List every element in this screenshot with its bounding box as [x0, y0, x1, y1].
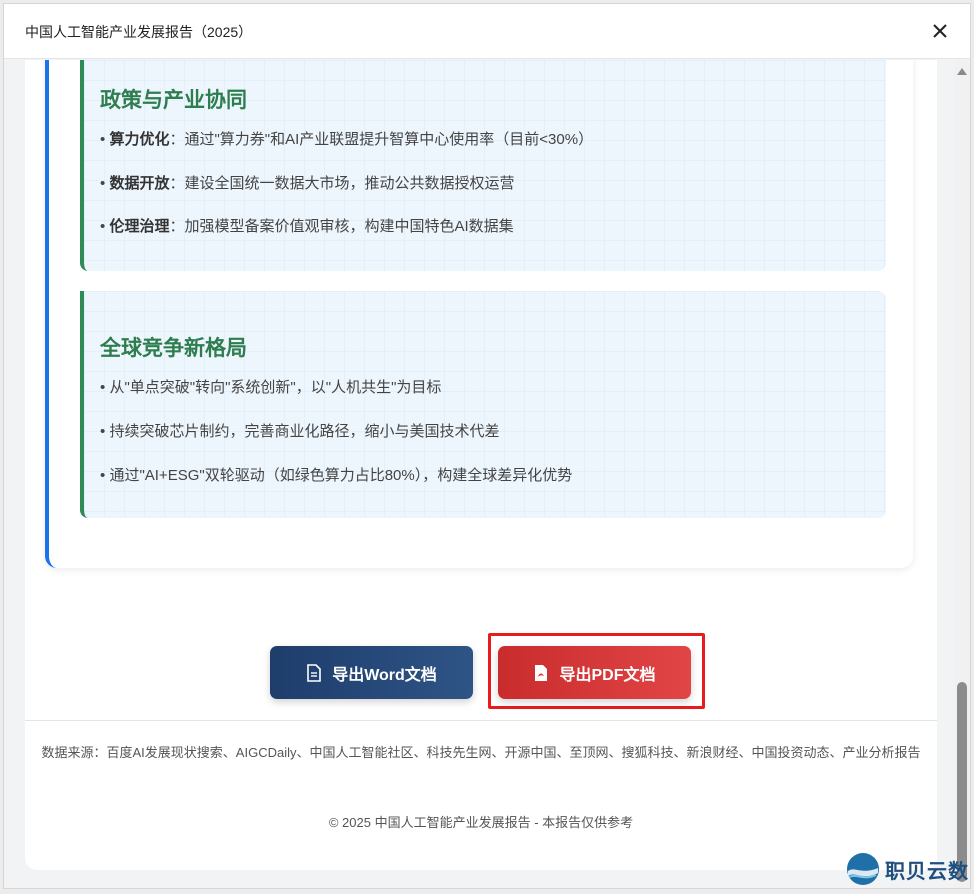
watermark: 职贝云数: [845, 849, 969, 889]
document-icon: [307, 663, 322, 682]
pdf-file-icon: [535, 664, 548, 681]
card-title: 全球竞争新格局: [100, 337, 247, 360]
export-word-label: 导出Word文档: [332, 666, 437, 684]
item-text: 从"单点突破"转向"系统创新"，以"人机共生"为目标: [109, 379, 442, 396]
list-item: • 数据开放：建设全国统一数据大市场，推动公共数据授权运营: [100, 175, 515, 192]
window-title: 中国人工智能产业发展报告（2025）: [25, 24, 253, 40]
close-button[interactable]: [930, 21, 950, 41]
list-item: • 从"单点突破"转向"系统创新"，以"人机共生"为目标: [100, 379, 442, 396]
globe-logo-icon: [847, 853, 879, 885]
title-bar: 中国人工智能产业发展报告（2025）: [4, 4, 970, 59]
card-title: 政策与产业协同: [100, 89, 247, 112]
report-panel: 政策与产业协同 • 算力优化：通过"算力券"和AI产业联盟提升智算中心使用率（目…: [25, 60, 937, 870]
scroll-up-arrow-icon[interactable]: [957, 68, 967, 75]
export-word-button[interactable]: 导出Word文档: [270, 646, 473, 699]
policy-card: 政策与产业协同 • 算力优化：通过"算力券"和AI产业联盟提升智算中心使用率（目…: [80, 60, 886, 271]
copyright: © 2025 中国人工智能产业发展报告 - 本报告仅供参考: [328, 815, 634, 830]
list-item: • 持续突破芯片制约，完善商业化路径，缩小与美国技术代差: [100, 423, 500, 440]
item-text: 通过"AI+ESG"双轮驱动（如绿色算力占比80%），构建全球差异化优势: [109, 467, 573, 484]
list-item: • 通过"AI+ESG"双轮驱动（如绿色算力占比80%），构建全球差异化优势: [100, 467, 573, 484]
list-item: • 伦理治理：加强模型备案价值观审核，构建中国特色AI数据集: [100, 218, 514, 235]
export-actions: 导出Word文档 导出PDF文档: [25, 628, 937, 709]
item-label: 数据开放: [109, 175, 170, 192]
list-item: • 算力优化：通过"算力券"和AI产业联盟提升智算中心使用率（目前<30%）: [100, 131, 594, 148]
vertical-scrollbar[interactable]: [954, 60, 970, 888]
item-label: 算力优化: [109, 131, 170, 148]
global-competition-card: 全球竞争新格局 • 从"单点突破"转向"系统创新"，以"人机共生"为目标 • 持…: [80, 291, 886, 518]
footer-divider: [25, 720, 937, 721]
item-label: 伦理治理: [109, 218, 170, 235]
export-pdf-button[interactable]: 导出PDF文档: [498, 646, 691, 699]
data-sources: 数据来源：百度AI发展现状搜索、AIGCDaily、中国人工智能社区、科技先生网…: [41, 745, 921, 760]
export-pdf-label: 导出PDF文档: [559, 666, 656, 684]
item-text: 加强模型备案价值观审核，构建中国特色AI数据集: [184, 218, 514, 235]
item-text: 持续突破芯片制约，完善商业化路径，缩小与美国技术代差: [109, 423, 500, 440]
close-icon: [933, 24, 947, 38]
content-viewport: 政策与产业协同 • 算力优化：通过"算力券"和AI产业联盟提升智算中心使用率（目…: [4, 60, 954, 888]
item-text: 建设全国统一数据大市场，推动公共数据授权运营: [184, 175, 515, 192]
report-window: 中国人工智能产业发展报告（2025） 政策与产业协同 • 算力优化：通过"算力券…: [3, 3, 971, 889]
item-text: 通过"算力券"和AI产业联盟提升智算中心使用率（目前<30%）: [184, 131, 594, 148]
section-card: 政策与产业协同 • 算力优化：通过"算力券"和AI产业联盟提升智算中心使用率（目…: [45, 60, 913, 568]
watermark-text: 职贝云数: [885, 860, 969, 883]
